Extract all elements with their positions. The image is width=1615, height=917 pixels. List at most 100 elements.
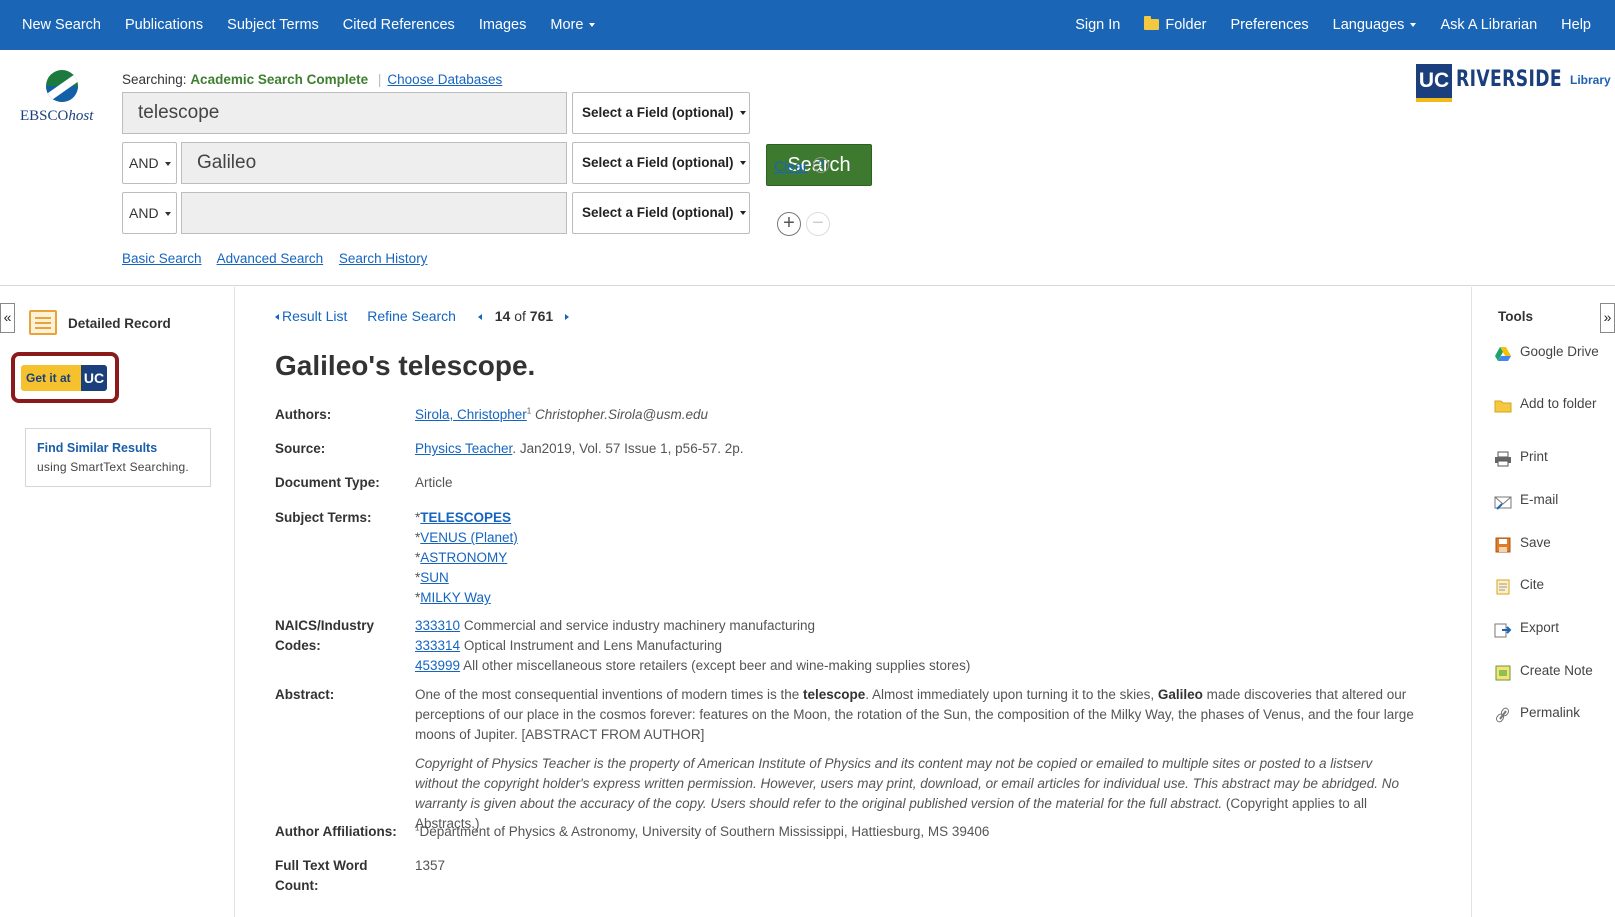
chevron-down-icon: [739, 211, 746, 216]
tool-label: Cite: [1520, 577, 1545, 592]
subject-term-item: *VENUS (Planet): [415, 530, 518, 545]
nav-folder-label: Folder: [1165, 17, 1207, 33]
field-select-label: Select a Field (optional): [582, 155, 734, 170]
nav-help[interactable]: Help: [1561, 17, 1591, 33]
get-it-text: Get it at: [26, 371, 71, 385]
nav-new-search[interactable]: New Search: [22, 17, 101, 33]
field-select-2[interactable]: Select a Field (optional): [572, 142, 750, 184]
help-icon[interactable]: ?: [813, 157, 829, 173]
subject-term-link[interactable]: TELESCOPES: [420, 510, 511, 525]
nav-more[interactable]: More: [550, 17, 596, 33]
collapse-right-button[interactable]: »: [1600, 303, 1615, 333]
field-label: Source:: [275, 441, 326, 456]
subject-term-link[interactable]: SUN: [420, 570, 449, 585]
nav-cited-references[interactable]: Cited References: [343, 17, 455, 33]
chevron-down-icon: [164, 162, 171, 167]
result-list-label: Result List: [282, 308, 348, 324]
record-title: Galileo's telescope.: [275, 350, 536, 381]
subject-term-item: *MILKY Way: [415, 590, 491, 605]
create-note-icon: [1495, 665, 1511, 681]
nav-languages-label: Languages: [1332, 17, 1405, 33]
author-link[interactable]: Sirola, Christopher: [415, 407, 527, 422]
find-similar-box[interactable]: Find Similar Results using SmartText Sea…: [25, 428, 211, 487]
field-select-1[interactable]: Select a Field (optional): [572, 92, 750, 134]
naics-description: Commercial and service industry machiner…: [463, 618, 815, 633]
riverside-logo-text: RIVERSIDE: [1456, 67, 1563, 92]
next-record-button[interactable]: [557, 308, 570, 324]
chevron-down-icon: [164, 212, 171, 217]
affiliation-value: 1Department of Physics & Astronomy, Univ…: [415, 823, 990, 839]
boolean-select-2[interactable]: AND: [122, 142, 177, 184]
nav-publications[interactable]: Publications: [125, 17, 203, 33]
source-journal-link[interactable]: Physics Teacher: [415, 441, 512, 456]
naics-code-link[interactable]: 333314: [415, 638, 460, 653]
naics-code-link[interactable]: 333310: [415, 618, 460, 633]
permalink-icon: [1495, 707, 1510, 723]
tool-label: Add to folder: [1520, 396, 1597, 411]
add-folder-icon: [1494, 400, 1512, 413]
subject-term-item: *ASTRONOMY: [415, 550, 508, 565]
field-label: Full Text Word Count:: [275, 858, 368, 893]
field-label: NAICS/Industry Codes:: [275, 618, 375, 653]
search-term-input-1[interactable]: telescope: [122, 92, 567, 134]
nav-images[interactable]: Images: [479, 17, 527, 33]
advanced-search-link[interactable]: Advanced Search: [217, 251, 324, 266]
nav-ask-librarian[interactable]: Ask A Librarian: [1440, 17, 1537, 33]
ebscohost-logo-text: EBSCOhost: [20, 108, 94, 124]
tool-label: Export: [1520, 620, 1560, 635]
subject-term-link[interactable]: VENUS (Planet): [420, 530, 518, 545]
choose-databases-link[interactable]: Choose Databases: [387, 72, 502, 87]
get-it-at-uc-button[interactable]: Get it at UC: [11, 352, 119, 403]
nav-sign-in[interactable]: Sign In: [1075, 17, 1120, 33]
search-term-input-2[interactable]: Galileo: [181, 142, 567, 184]
uc-riverside-library-logo[interactable]: UC RIVERSIDE Library: [1416, 64, 1611, 104]
naics-item: 333314 Optical Instrument and Lens Manuf…: [415, 636, 1415, 656]
divider: |: [377, 72, 382, 87]
abstract-text: One of the most consequential inventions…: [415, 687, 1414, 742]
search-history-link[interactable]: Search History: [339, 251, 428, 266]
uc-logo-mark: UC: [1416, 64, 1452, 102]
searching-line: Searching: Academic Search Complete | Cho…: [122, 72, 502, 87]
library-logo-text: Library: [1570, 73, 1611, 87]
subject-terms-list: *TELESCOPES *VENUS (Planet) *ASTRONOMY *…: [415, 508, 1415, 608]
subject-term-item: *SUN: [415, 570, 449, 585]
search-term-input-3[interactable]: [181, 192, 567, 234]
remove-row-icon[interactable]: −: [806, 212, 830, 236]
previous-record-button[interactable]: [477, 308, 485, 324]
find-similar-link[interactable]: Find Similar Results: [37, 441, 210, 455]
record-pager: Result List Refine Search 14 of 761: [275, 308, 570, 324]
nav-folder[interactable]: Folder: [1144, 16, 1207, 33]
field-label: Document Type:: [275, 475, 380, 490]
basic-search-link[interactable]: Basic Search: [122, 251, 202, 266]
chevron-down-icon: [739, 111, 746, 116]
collapse-left-button[interactable]: «: [0, 303, 15, 333]
source-value: Physics Teacher. Jan2019, Vol. 57 Issue …: [415, 439, 1415, 459]
top-nav-right: Sign In Folder Preferences Languages Ask…: [1075, 0, 1615, 50]
add-row-icon[interactable]: +: [777, 212, 801, 236]
tool-label: Save: [1520, 535, 1551, 550]
subject-term-link[interactable]: MILKY Way: [420, 590, 491, 605]
cite-icon: [1496, 579, 1510, 595]
nav-languages[interactable]: Languages: [1333, 17, 1417, 33]
record-position: 14 of 761: [494, 308, 554, 324]
refine-search-link[interactable]: Refine Search: [367, 308, 456, 324]
top-nav-bar: New Search Publications Subject Terms Ci…: [0, 0, 1615, 50]
ebscohost-logo[interactable]: EBSCOhost: [20, 70, 110, 130]
find-similar-subtext: using SmartText Searching.: [37, 460, 189, 474]
naics-item: 333310 Commercial and service industry m…: [415, 616, 1415, 636]
abstract-value: One of the most consequential inventions…: [415, 685, 1415, 834]
boolean-select-3[interactable]: AND: [122, 192, 177, 234]
clear-link[interactable]: Clear: [774, 158, 807, 174]
naics-item: 453999 All other miscellaneous store ret…: [415, 656, 1415, 676]
tool-label: Permalink: [1520, 705, 1581, 720]
subject-term-link[interactable]: ASTRONOMY: [420, 550, 507, 565]
tool-label: E-mail: [1520, 492, 1559, 507]
naics-description: All other miscellaneous store retailers …: [463, 658, 971, 673]
result-list-link[interactable]: Result List: [275, 308, 347, 324]
naics-code-link[interactable]: 453999: [415, 658, 460, 673]
tools-divider: [1471, 287, 1472, 917]
nav-preferences[interactable]: Preferences: [1230, 17, 1308, 33]
field-label: Subject Terms:: [275, 510, 372, 525]
field-select-3[interactable]: Select a Field (optional): [572, 192, 750, 234]
nav-subject-terms[interactable]: Subject Terms: [227, 17, 319, 33]
